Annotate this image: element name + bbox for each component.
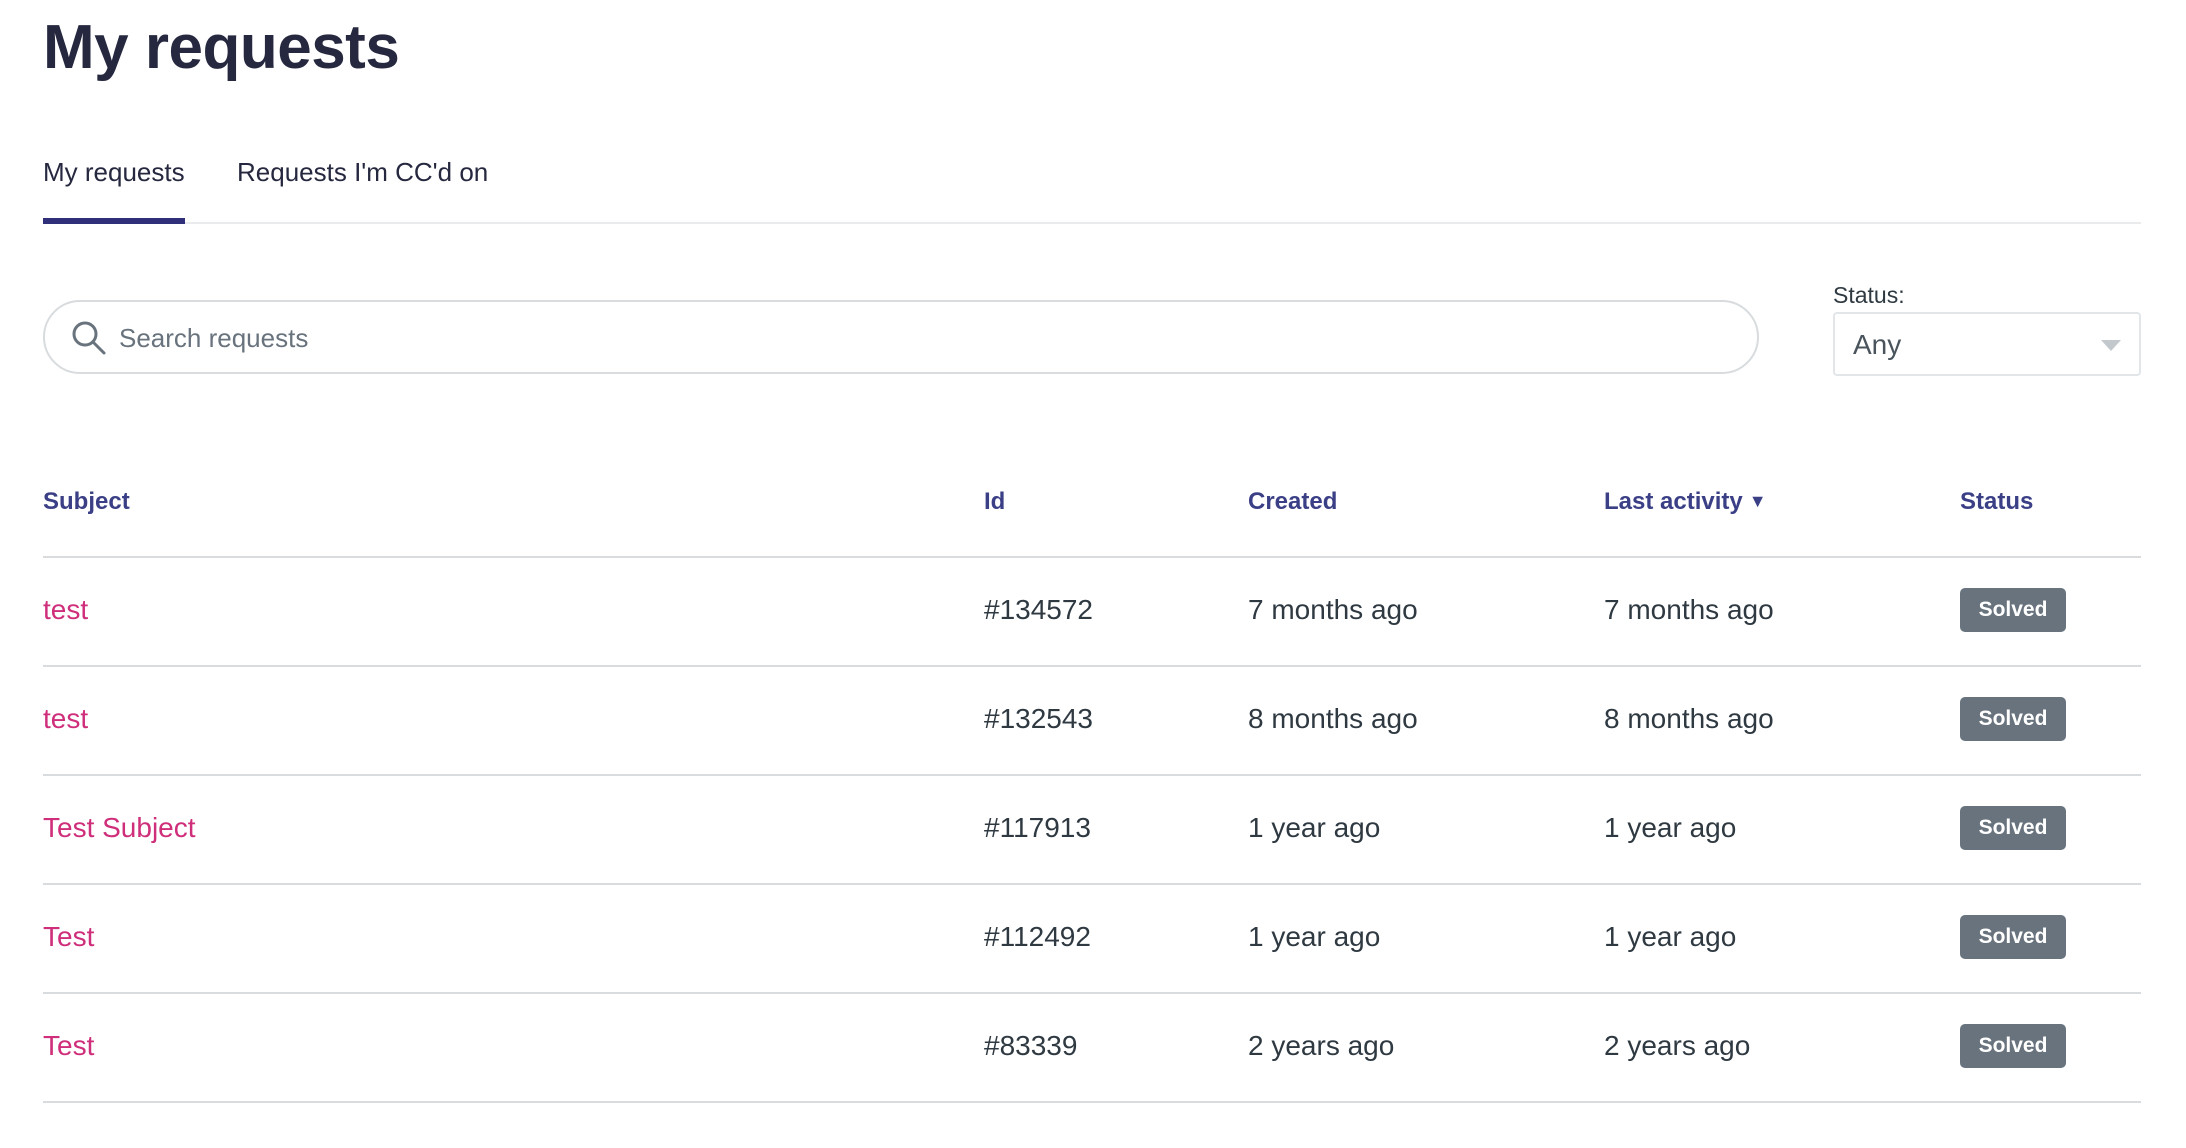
column-header-id[interactable]: Id <box>984 488 1005 516</box>
request-id: #134572 <box>984 594 1094 625</box>
request-subject-link[interactable]: test <box>43 594 88 626</box>
table-row: Test Subject #117913 1 year ago 1 year a… <box>43 776 2141 885</box>
column-header-status[interactable]: Status <box>1960 488 2033 516</box>
request-created: 8 months ago <box>1248 703 1418 734</box>
tab-cc-requests[interactable]: Requests I'm CC'd on <box>237 150 488 222</box>
status-filter-value: Any <box>1853 329 1902 360</box>
table-row: test #132543 8 months ago 8 months ago S… <box>43 667 2141 776</box>
request-tabs: My requests Requests I'm CC'd on <box>43 150 2141 224</box>
request-created: 2 years ago <box>1248 1030 1395 1061</box>
request-id: #83339 <box>984 1030 1078 1061</box>
search-icon <box>72 321 106 355</box>
request-subject-link[interactable]: Test <box>43 1030 94 1062</box>
request-last-activity: 8 months ago <box>1604 703 1774 734</box>
column-header-last-activity[interactable]: Last activity ▼ <box>1604 488 1767 516</box>
request-created: 1 year ago <box>1248 812 1381 843</box>
status-badge: Solved <box>1960 806 2066 850</box>
request-subject-link[interactable]: Test Subject <box>43 812 196 844</box>
request-subject-link[interactable]: Test <box>43 921 94 953</box>
column-header-subject[interactable]: Subject <box>43 488 130 516</box>
search-input[interactable] <box>117 316 1721 360</box>
chevron-down-icon <box>2101 340 2121 351</box>
request-id: #112492 <box>984 921 1091 952</box>
search-box[interactable] <box>43 300 1759 374</box>
status-badge: Solved <box>1960 697 2066 741</box>
table-row: Test #112492 1 year ago 1 year ago Solve… <box>43 885 2141 994</box>
status-badge: Solved <box>1960 1024 2066 1068</box>
request-created: 1 year ago <box>1248 921 1381 952</box>
status-badge: Solved <box>1960 588 2066 632</box>
request-last-activity: 1 year ago <box>1604 812 1737 843</box>
request-last-activity: 7 months ago <box>1604 594 1774 625</box>
status-filter-select[interactable]: Any <box>1833 312 2141 376</box>
requests-table: Subject Id Created Last activity ▼ Status… <box>43 470 2141 1103</box>
status-filter-label: Status: <box>1833 282 1905 308</box>
table-header: Subject Id Created Last activity ▼ Status <box>43 470 2141 558</box>
request-last-activity: 2 years ago <box>1604 1030 1751 1061</box>
request-id: #132543 <box>984 703 1094 734</box>
table-row: test #134572 7 months ago 7 months ago S… <box>43 558 2141 667</box>
table-row: Test #83339 2 years ago 2 years ago Solv… <box>43 994 2141 1103</box>
request-subject-link[interactable]: test <box>43 703 88 735</box>
sort-descending-icon: ▼ <box>1748 491 1767 511</box>
request-created: 7 months ago <box>1248 594 1418 625</box>
column-header-created[interactable]: Created <box>1248 488 1337 516</box>
request-last-activity: 1 year ago <box>1604 921 1737 952</box>
page-title: My requests <box>43 13 400 82</box>
column-header-last-activity-label: Last activity <box>1604 488 1743 515</box>
request-id: #117913 <box>984 812 1091 843</box>
status-badge: Solved <box>1960 915 2066 959</box>
tab-my-requests[interactable]: My requests <box>43 150 185 224</box>
